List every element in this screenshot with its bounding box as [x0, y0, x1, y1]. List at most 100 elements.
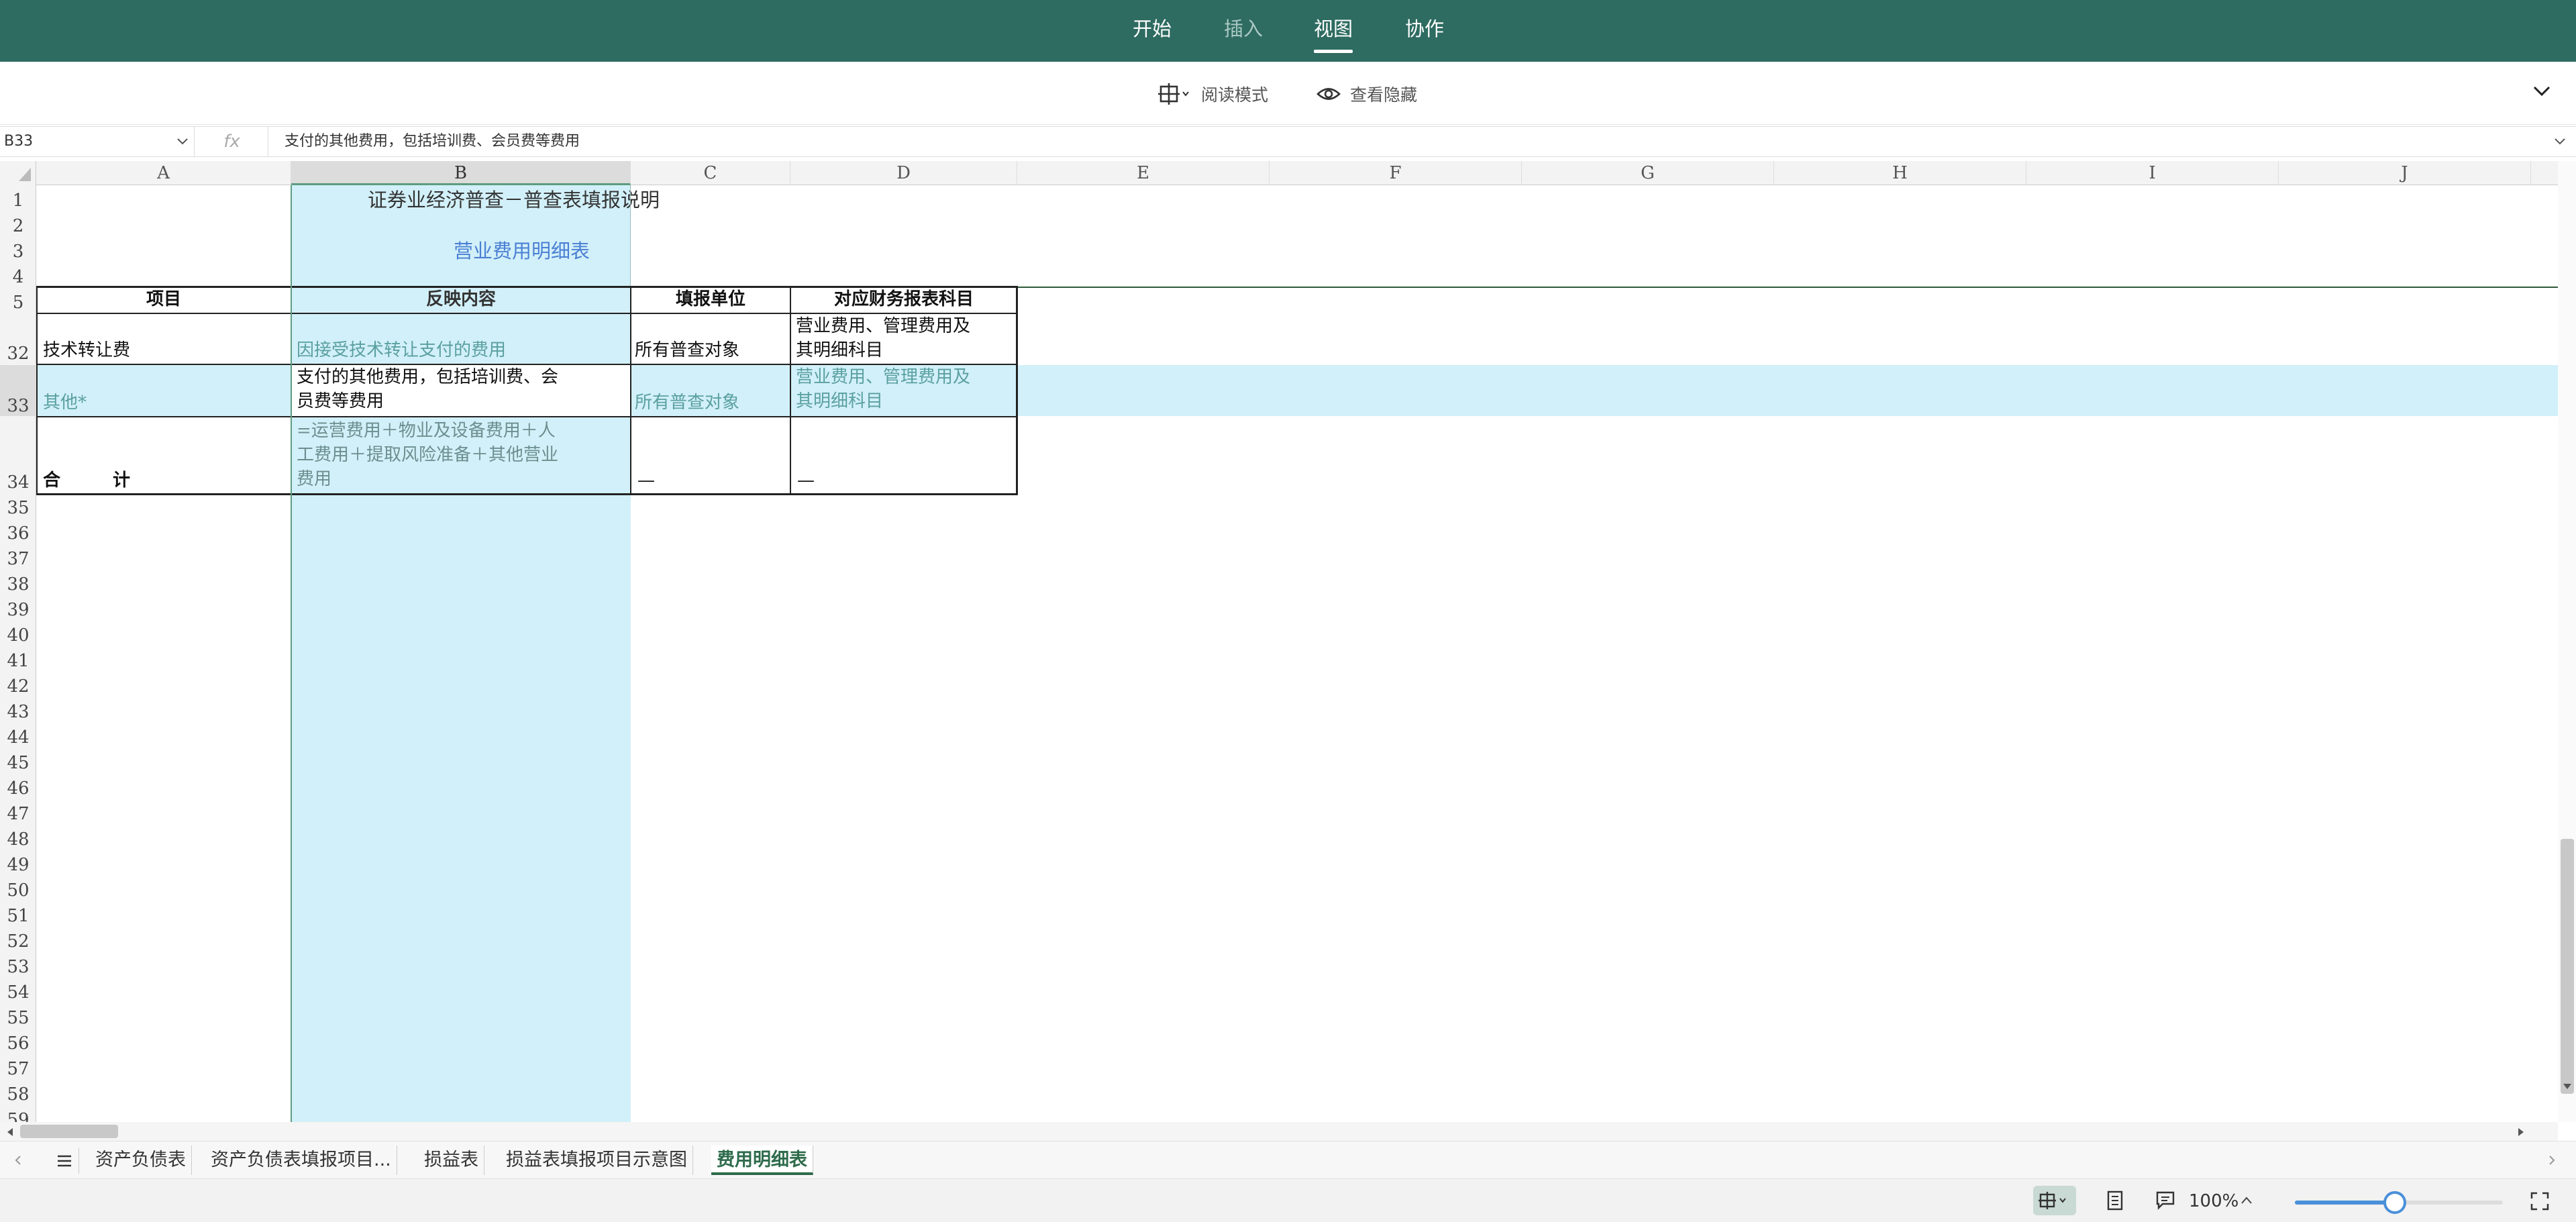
fullscreen-icon[interactable]: [2530, 1191, 2550, 1211]
column-header-c[interactable]: C: [631, 161, 790, 185]
row-header[interactable]: 57: [0, 1054, 36, 1079]
row-header[interactable]: 39: [0, 595, 36, 620]
vertical-scrollbar[interactable]: [2558, 161, 2576, 1122]
scroll-right-icon[interactable]: [2516, 1127, 2526, 1137]
select-all-corner[interactable]: [0, 161, 36, 185]
row-header[interactable]: 35: [0, 493, 36, 518]
row-header[interactable]: 59: [0, 1105, 36, 1122]
row-header[interactable]: 52: [0, 926, 36, 952]
spreadsheet-grid[interactable]: A B C D E F G H I J 1 2 3 4 5 32 33 34 3…: [0, 161, 2558, 1122]
reading-mode-toggle[interactable]: [2033, 1186, 2076, 1215]
menu-tab-view[interactable]: 视图: [1314, 12, 1353, 46]
row-header[interactable]: 2: [0, 211, 36, 236]
row32-account-line2: 其明细科目: [796, 340, 884, 360]
column-header-a[interactable]: A: [36, 161, 291, 185]
row-header[interactable]: 50: [0, 875, 36, 901]
row-header[interactable]: 34: [0, 416, 36, 493]
reading-mode-button[interactable]: 阅读模式: [1158, 82, 1268, 106]
sheet-tab-balance[interactable]: 资产负债表: [90, 1145, 192, 1175]
sheet-tab-bar: 资产负债表 资产负债表填报项目... 损益表 损益表填报项目示意图 费用明细表: [0, 1141, 2576, 1178]
menu-tab-insert[interactable]: 插入: [1224, 12, 1263, 46]
row-header-selected[interactable]: 33: [0, 365, 36, 416]
row-header[interactable]: 56: [0, 1028, 36, 1054]
row-header[interactable]: 36: [0, 518, 36, 544]
chevron-down-icon[interactable]: [176, 135, 189, 148]
column-header-f[interactable]: F: [1270, 161, 1522, 185]
horizontal-scroll-thumb[interactable]: [20, 1125, 118, 1138]
row32-item: 技术转让费: [43, 340, 131, 360]
horizontal-scrollbar[interactable]: [0, 1122, 2558, 1141]
zoom-slider-handle[interactable]: [2383, 1191, 2406, 1214]
row-header[interactable]: 41: [0, 646, 36, 671]
column-header-h[interactable]: H: [1774, 161, 2026, 185]
row34-account: —: [797, 470, 815, 491]
row-header[interactable]: 32: [0, 313, 36, 364]
row-header[interactable]: 37: [0, 544, 36, 569]
table-border: [36, 313, 1017, 314]
column-header-e[interactable]: E: [1017, 161, 1270, 185]
fx-icon[interactable]: fx: [196, 127, 268, 156]
row-header[interactable]: 58: [0, 1079, 36, 1105]
row-header[interactable]: 47: [0, 799, 36, 824]
row-header[interactable]: 42: [0, 671, 36, 697]
row-header[interactable]: 4: [0, 262, 36, 287]
column-header-d[interactable]: D: [790, 161, 1017, 185]
formula-input[interactable]: 支付的其他费用，包括培训费、会员费等费用: [285, 127, 580, 156]
row33-account-line1: 营业费用、管理费用及: [796, 367, 971, 387]
row34-content-line2: 工费用＋提取风险准备＋其他营业: [297, 445, 559, 465]
header-item: 项目: [146, 289, 181, 309]
row-header[interactable]: 49: [0, 850, 36, 875]
header-content: 反映内容: [425, 289, 496, 309]
row-header[interactable]: 44: [0, 722, 36, 748]
name-box[interactable]: B33: [0, 127, 195, 156]
chevron-down-icon[interactable]: [2553, 135, 2567, 148]
column-header-g[interactable]: G: [1522, 161, 1774, 185]
scroll-left-icon[interactable]: [5, 1127, 15, 1137]
chevron-down-icon[interactable]: [2532, 81, 2552, 101]
chevron-up-icon[interactable]: [2240, 1195, 2253, 1206]
sheet-tab-balance-guide[interactable]: 资产负债表填报项目...: [205, 1145, 397, 1175]
row-header[interactable]: 51: [0, 901, 36, 926]
table-border: [36, 416, 1017, 417]
sheet-tab-income-diagram[interactable]: 损益表填报项目示意图: [501, 1145, 693, 1175]
zoom-level[interactable]: 100%: [2189, 1190, 2238, 1213]
sheet-tab-income[interactable]: 损益表: [419, 1145, 484, 1175]
sheet-title: 证券业经济普查－普查表填报说明: [368, 189, 660, 211]
page-view-icon[interactable]: [2106, 1190, 2124, 1211]
row-header[interactable]: 40: [0, 620, 36, 646]
row-header[interactable]: 55: [0, 1003, 36, 1028]
vertical-scroll-thumb[interactable]: [2561, 839, 2574, 1094]
selection-edge: [630, 185, 631, 286]
tab-scroll-right-icon[interactable]: [2547, 1155, 2557, 1166]
row-header[interactable]: 48: [0, 824, 36, 850]
row-header[interactable]: 54: [0, 977, 36, 1003]
column-header-i[interactable]: I: [2026, 161, 2279, 185]
row-header[interactable]: 38: [0, 569, 36, 595]
row-header[interactable]: 3: [0, 236, 36, 262]
row-header[interactable]: 45: [0, 748, 36, 773]
scroll-down-icon[interactable]: [2562, 1082, 2573, 1091]
row-header[interactable]: 53: [0, 952, 36, 977]
tab-scroll-left-icon[interactable]: [13, 1155, 23, 1166]
row-header[interactable]: 46: [0, 773, 36, 799]
menu-icon: [57, 1155, 71, 1167]
column-header-j[interactable]: J: [2279, 161, 2531, 185]
row33-unit: 所有普查对象: [635, 393, 740, 413]
row33-account-line2: 其明细科目: [796, 391, 884, 411]
column-b-fill: [291, 185, 631, 1122]
view-hidden-label: 查看隐藏: [1350, 85, 1418, 105]
row-header[interactable]: 1: [0, 185, 36, 211]
menu-tab-start[interactable]: 开始: [1133, 12, 1172, 46]
row33-content-line1: 支付的其他费用，包括培训费、会: [297, 367, 559, 387]
row-header[interactable]: 5: [0, 287, 36, 313]
sheet-list-button[interactable]: [50, 1148, 79, 1174]
sheet-tab-expense-detail[interactable]: 费用明细表: [711, 1145, 813, 1175]
row-header[interactable]: 43: [0, 697, 36, 722]
column-header-b[interactable]: B: [291, 161, 631, 185]
reading-mode-icon: [1158, 83, 1189, 105]
row34-content-line1: =运营费用＋物业及设备费用＋人: [297, 421, 556, 441]
view-hidden-button[interactable]: 查看隐藏: [1317, 82, 1417, 106]
table-border: [630, 286, 631, 495]
comment-icon[interactable]: [2155, 1190, 2175, 1210]
menu-tab-collab[interactable]: 协作: [1405, 12, 1444, 46]
